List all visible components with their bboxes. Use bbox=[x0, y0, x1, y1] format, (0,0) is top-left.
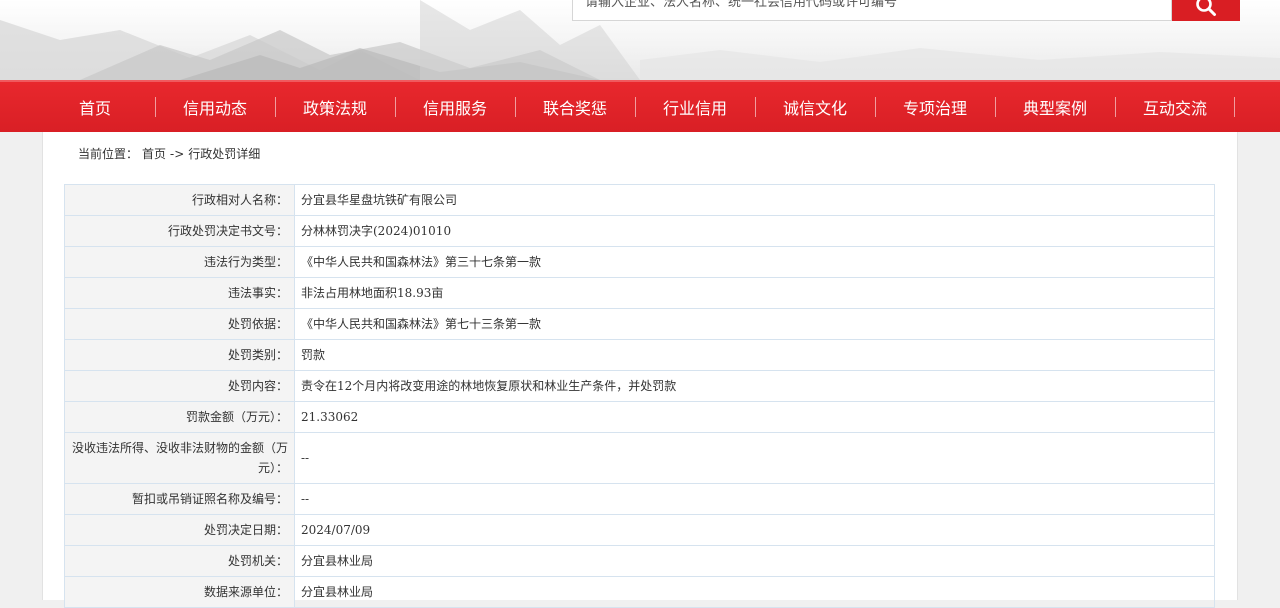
table-row: 罚款金额（万元）： 21.33062 bbox=[64, 401, 1215, 433]
row-value: 责令在12个月内将改变用途的林地恢复原状和林业生产条件，并处罚款 bbox=[294, 370, 1215, 402]
row-label: 罚款金额（万元）： bbox=[64, 401, 295, 433]
search-input[interactable] bbox=[573, 0, 1171, 14]
nav-item-home[interactable]: 首页 bbox=[35, 82, 155, 132]
content-panel: 当前位置： 首页 -> 行政处罚详细 行政相对人名称： 分宜县华星盘坑铁矿有限公司 … bbox=[42, 132, 1238, 608]
table-row: 没收违法所得、没收非法财物的金额（万元）： -- bbox=[64, 432, 1215, 484]
main-nav: 首页 信用动态 政策法规 信用服务 联合奖惩 行业信用 诚信文化 专项治理 典型… bbox=[0, 80, 1280, 132]
row-value: 罚款 bbox=[294, 339, 1215, 371]
row-value: 非法占用林地面积18.93亩 bbox=[294, 277, 1215, 309]
breadcrumb-home-link[interactable]: 首页 bbox=[142, 147, 166, 161]
row-label: 处罚内容： bbox=[64, 370, 295, 402]
row-value: 分宜县林业局 bbox=[294, 576, 1215, 608]
nav-item-credit-news[interactable]: 信用动态 bbox=[155, 82, 275, 132]
row-value: 《中华人民共和国森林法》第三十七条第一款 bbox=[294, 246, 1215, 278]
nav-item-joint-rewards[interactable]: 联合奖惩 bbox=[515, 82, 635, 132]
search-icon bbox=[1196, 0, 1216, 16]
row-label: 行政处罚决定书文号： bbox=[64, 215, 295, 247]
nav-item-policies[interactable]: 政策法规 bbox=[275, 82, 395, 132]
breadcrumb-arrow: -> bbox=[169, 147, 185, 161]
table-row: 数据来源单位： 分宜县林业局 bbox=[64, 576, 1215, 608]
search-button[interactable] bbox=[1172, 0, 1240, 21]
row-label: 处罚决定日期： bbox=[64, 514, 295, 546]
nav-item-typical-cases[interactable]: 典型案例 bbox=[995, 82, 1115, 132]
row-value: 2024/07/09 bbox=[294, 514, 1215, 546]
table-row: 处罚类别： 罚款 bbox=[64, 339, 1215, 371]
search-box[interactable] bbox=[572, 0, 1172, 21]
nav-item-integrity-culture[interactable]: 诚信文化 bbox=[755, 82, 875, 132]
table-row: 行政相对人名称： 分宜县华星盘坑铁矿有限公司 bbox=[64, 184, 1215, 216]
row-value: -- bbox=[294, 432, 1215, 484]
nav-item-special-governance[interactable]: 专项治理 bbox=[875, 82, 995, 132]
row-label: 处罚类别： bbox=[64, 339, 295, 371]
nav-item-interaction[interactable]: 互动交流 bbox=[1115, 82, 1235, 132]
row-label: 违法事实： bbox=[64, 277, 295, 309]
row-value: 分宜县林业局 bbox=[294, 545, 1215, 577]
row-label: 暂扣或吊销证照名称及编号： bbox=[64, 483, 295, 515]
penalty-detail-table: 行政相对人名称： 分宜县华星盘坑铁矿有限公司 行政处罚决定书文号： 分林林罚决字… bbox=[64, 184, 1215, 608]
table-row: 处罚内容： 责令在12个月内将改变用途的林地恢复原状和林业生产条件，并处罚款 bbox=[64, 370, 1215, 402]
breadcrumb-prefix: 当前位置： bbox=[78, 147, 139, 161]
row-value: 《中华人民共和国森林法》第七十三条第一款 bbox=[294, 308, 1215, 340]
row-label: 数据来源单位： bbox=[64, 576, 295, 608]
nav-item-industry-credit[interactable]: 行业信用 bbox=[635, 82, 755, 132]
table-row: 违法事实： 非法占用林地面积18.93亩 bbox=[64, 277, 1215, 309]
table-row: 行政处罚决定书文号： 分林林罚决字(2024)01010 bbox=[64, 215, 1215, 247]
table-row: 处罚机关： 分宜县林业局 bbox=[64, 545, 1215, 577]
row-label: 处罚依据： bbox=[64, 308, 295, 340]
row-value: -- bbox=[294, 483, 1215, 515]
breadcrumb-current: 行政处罚详细 bbox=[188, 147, 261, 161]
breadcrumb: 当前位置： 首页 -> 行政处罚详细 bbox=[78, 145, 264, 162]
nav-item-credit-services[interactable]: 信用服务 bbox=[395, 82, 515, 132]
row-value: 21.33062 bbox=[294, 401, 1215, 433]
table-row: 暂扣或吊销证照名称及编号： -- bbox=[64, 483, 1215, 515]
row-label: 行政相对人名称： bbox=[64, 184, 295, 216]
table-row: 违法行为类型： 《中华人民共和国森林法》第三十七条第一款 bbox=[64, 246, 1215, 278]
row-label: 违法行为类型： bbox=[64, 246, 295, 278]
row-label: 处罚机关： bbox=[64, 545, 295, 577]
row-value: 分宜县华星盘坑铁矿有限公司 bbox=[294, 184, 1215, 216]
table-row: 处罚依据： 《中华人民共和国森林法》第七十三条第一款 bbox=[64, 308, 1215, 340]
header-banner bbox=[0, 0, 1280, 80]
row-value: 分林林罚决字(2024)01010 bbox=[294, 215, 1215, 247]
table-row: 处罚决定日期： 2024/07/09 bbox=[64, 514, 1215, 546]
row-label: 没收违法所得、没收非法财物的金额（万元）： bbox=[64, 432, 295, 484]
